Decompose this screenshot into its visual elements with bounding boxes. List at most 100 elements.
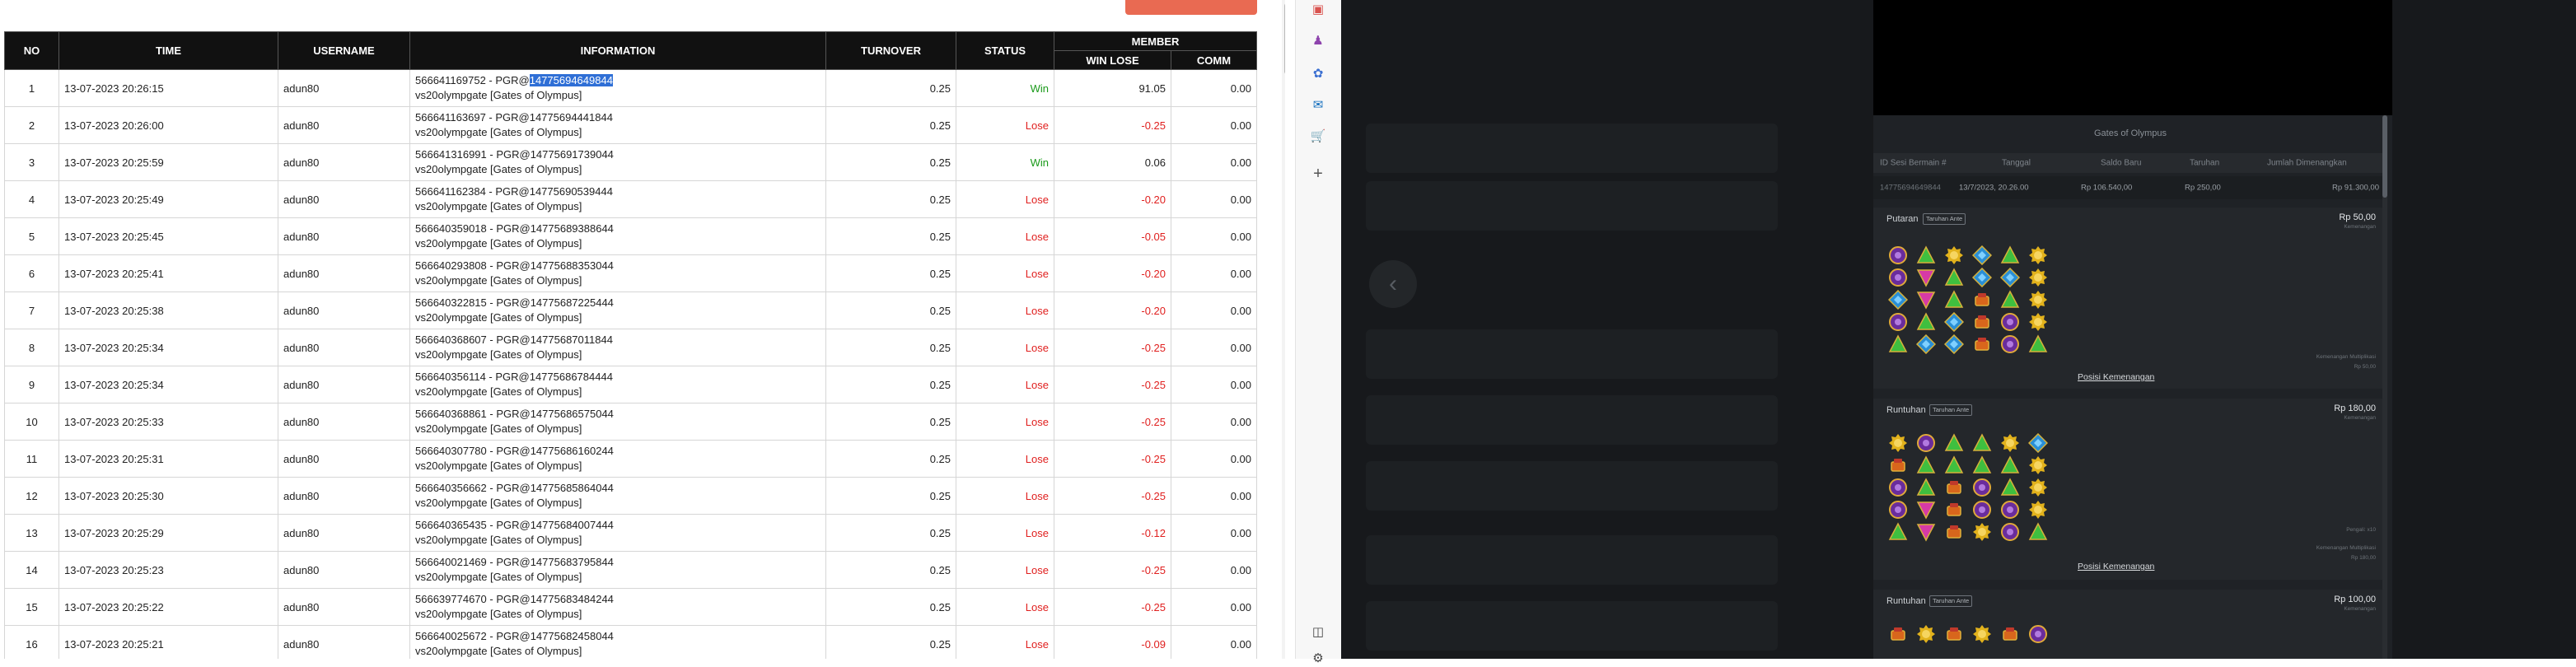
winning-positions-link[interactable]: Posisi Kemenangan (2078, 562, 2154, 571)
col-header-status[interactable]: STATUS (956, 31, 1054, 70)
action-button[interactable] (1125, 0, 1257, 15)
info-prefix: 566641169752 - PGR@ (415, 74, 530, 86)
info-game: vs20olympgate [Gates of Olympus] (415, 459, 582, 472)
row-information[interactable]: 566641169752 - PGR@14775694649844 vs20oly… (409, 69, 826, 107)
symbol-blue-icon (1971, 266, 1994, 289)
section-amount-label: Kemenangan (2344, 415, 2376, 421)
row-information[interactable]: 566641162384 - PGR@14775690539444 vs20oly… (409, 180, 826, 218)
row-win-lose: -0.20 (1054, 180, 1171, 218)
plus-icon[interactable]: + (1309, 165, 1327, 183)
symbol-blue-icon (1943, 333, 1966, 356)
details-scrollbar[interactable] (2382, 115, 2387, 659)
info-game: vs20olympgate [Gates of Olympus] (415, 385, 582, 398)
info-transaction-id[interactable]: 14775686575044 (531, 408, 614, 420)
scrollbar-thumb[interactable] (2382, 115, 2387, 198)
col-header-comm[interactable]: COMM (1171, 50, 1257, 70)
row-username: adun80 (278, 625, 410, 659)
symbol-green-icon (1914, 476, 1938, 499)
table-row: 9 13-07-2023 20:25:34 adun80 56664035611… (4, 366, 1257, 403)
back-arrow-icon[interactable]: ‹ (1369, 260, 1417, 308)
symbol-green-icon (1943, 431, 1966, 455)
row-information[interactable]: 566640359018 - PGR@14775689388644 vs20oly… (409, 217, 826, 255)
row-turnover: 0.25 (825, 180, 956, 218)
info-transaction-id[interactable]: 14775690539444 (530, 185, 613, 198)
row-information[interactable]: 566641316991 - PGR@14775691739044 vs20oly… (409, 143, 826, 181)
row-username: adun80 (278, 329, 410, 366)
row-information[interactable]: 566640356114 - PGR@14775686784444 vs20oly… (409, 366, 826, 403)
row-information[interactable]: 566640365435 - PGR@14775684007444 vs20oly… (409, 514, 826, 552)
symbol-purple-icon (1886, 310, 1910, 334)
section-amount: Rp 50,00 (2339, 212, 2376, 222)
row-comm: 0.00 (1171, 69, 1257, 107)
row-time: 13-07-2023 20:26:00 (58, 106, 278, 144)
info-game: vs20olympgate [Gates of Olympus] (415, 571, 582, 583)
row-no: 7 (4, 292, 59, 329)
scrollbar-thumb[interactable] (1284, 3, 1285, 74)
symbol-red-icon (1886, 454, 1910, 477)
info-transaction-id[interactable]: 14775689388644 (531, 222, 614, 235)
symbol-blue-icon (1999, 266, 2022, 289)
row-information[interactable]: 566639774670 - PGR@14775683484244 vs20oly… (409, 588, 826, 626)
summary-col-balance: Saldo Baru (2101, 158, 2142, 168)
info-game: vs20olympgate [Gates of Olympus] (415, 645, 582, 657)
symbol-pink-icon (1914, 520, 1938, 543)
info-transaction-id[interactable]: 14775683795844 (531, 556, 614, 568)
info-transaction-id[interactable]: 14775684007444 (531, 519, 614, 531)
section-amount-label: Kemenangan (2344, 224, 2376, 230)
info-transaction-id[interactable]: 14775687225444 (531, 296, 614, 309)
info-transaction-id[interactable]: 14775686160244 (531, 445, 614, 457)
info-transaction-id[interactable]: 14775687011844 (531, 334, 613, 346)
col-header-turnover[interactable]: TURNOVER (825, 31, 956, 70)
office-icon[interactable]: ✿ (1309, 64, 1327, 82)
table-scrollbar[interactable] (1282, 0, 1285, 659)
row-no: 5 (4, 217, 59, 255)
ante-bet-tag: Taruhan Ante (1929, 404, 1973, 416)
row-information[interactable]: 566640307780 - PGR@14775686160244 vs20oly… (409, 440, 826, 478)
row-information[interactable]: 566640368861 - PGR@14775686575044 vs20oly… (409, 403, 826, 441)
info-transaction-id[interactable]: 14775683484244 (531, 593, 614, 605)
col-header-win-lose[interactable]: WIN LOSE (1054, 50, 1171, 70)
info-transaction-id[interactable]: 14775694649844 (529, 74, 613, 86)
table-row: 11 13-07-2023 20:25:31 adun80 5666403077… (4, 440, 1257, 478)
col-header-username[interactable]: USERNAME (278, 31, 410, 70)
col-header-time[interactable]: TIME (58, 31, 278, 70)
row-status: Win (956, 143, 1054, 181)
info-transaction-id[interactable]: 14775685864044 (531, 482, 614, 494)
info-transaction-id[interactable]: 14775686784444 (530, 371, 613, 383)
outlook-icon[interactable]: ✉ (1309, 96, 1327, 114)
multiplier-amount: Rp 180,00 (2351, 555, 2376, 561)
row-username: adun80 (278, 514, 410, 552)
row-information[interactable]: 566640025672 - PGR@14775682458044 vs20oly… (409, 625, 826, 659)
summary-col-bet: Taruhan (2190, 158, 2220, 168)
section-title: Runtuhan (1886, 596, 1926, 606)
info-transaction-id[interactable]: 14775688353044 (531, 259, 614, 272)
row-information[interactable]: 566640368607 - PGR@14775687011844 vs20oly… (409, 329, 826, 366)
symbol-red-icon (1943, 476, 1966, 499)
section-amount: Rp 100,00 (2334, 595, 2376, 604)
info-transaction-id[interactable]: 14775694441844 (530, 111, 613, 124)
winning-positions-link[interactable]: Posisi Kemenangan (2078, 372, 2154, 382)
col-header-information[interactable]: INFORMATION (409, 31, 826, 70)
row-status: Lose (956, 440, 1054, 478)
shopping-icon[interactable]: 🛒 (1309, 127, 1327, 145)
row-win-lose: -0.05 (1054, 217, 1171, 255)
row-turnover: 0.25 (825, 440, 956, 478)
row-information[interactable]: 566640293808 - PGR@14775688353044 vs20oly… (409, 254, 826, 292)
summary-win: Rp 91.300,00 (2331, 183, 2379, 193)
info-transaction-id[interactable]: 14775682458044 (531, 630, 614, 642)
row-information[interactable]: 566640021469 - PGR@14775683795844 vs20oly… (409, 551, 826, 589)
person-icon[interactable]: ♟ (1309, 31, 1327, 49)
row-information[interactable]: 566640356662 - PGR@14775685864044 vs20oly… (409, 477, 826, 515)
info-game: vs20olympgate [Gates of Olympus] (415, 608, 582, 620)
col-header-no[interactable]: NO (4, 31, 59, 70)
briefcase-icon[interactable]: ▣ (1309, 0, 1327, 18)
panel-toggle-icon[interactable]: ◫ (1309, 623, 1327, 641)
summary-balance: Rp 106.540,00 (2081, 183, 2133, 193)
gear-icon[interactable]: ⚙ (1309, 649, 1327, 667)
info-transaction-id[interactable]: 14775691739044 (531, 148, 614, 161)
multiplier-value: Pengali: x10 (2346, 527, 2376, 533)
row-information[interactable]: 566641163697 - PGR@14775694441844 vs20oly… (409, 106, 826, 144)
info-prefix: 566640368861 - PGR@ (415, 408, 531, 420)
table-row: 7 13-07-2023 20:25:38 adun80 56664032281… (4, 292, 1257, 329)
row-information[interactable]: 566640322815 - PGR@14775687225444 vs20oly… (409, 292, 826, 329)
